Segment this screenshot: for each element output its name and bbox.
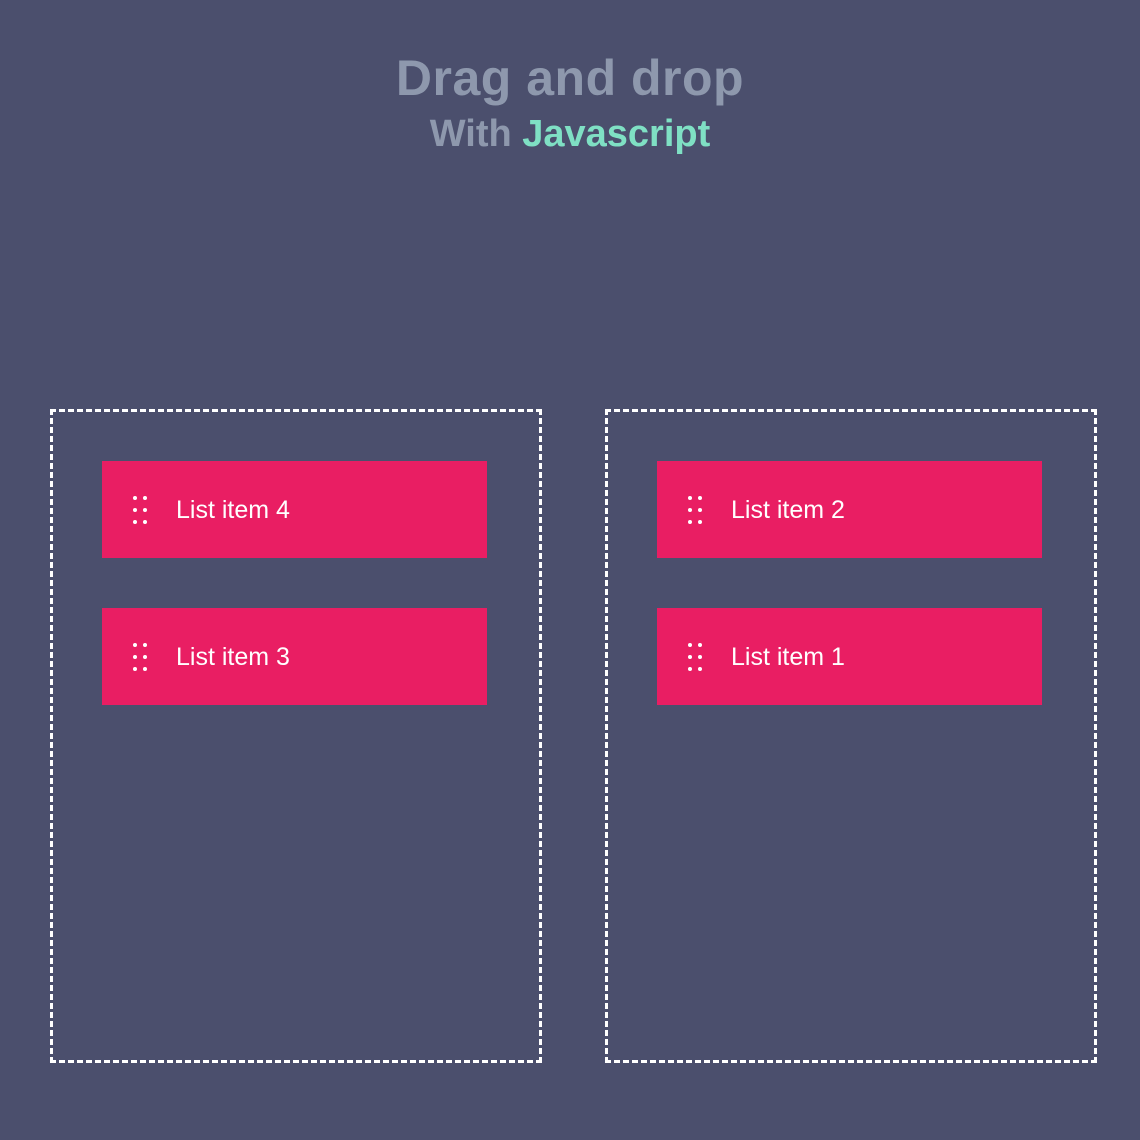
drag-handle-icon[interactable] [688, 642, 706, 672]
list-item[interactable]: List item 3 [102, 608, 487, 705]
list-item-label: List item 3 [176, 642, 290, 671]
dropzone-right[interactable]: List item 2 List item 1 [605, 409, 1097, 1063]
drag-handle-icon[interactable] [133, 495, 151, 525]
list-item-label: List item 4 [176, 495, 290, 524]
dropzone-left[interactable]: List item 4 List item 3 [50, 409, 542, 1063]
subtitle-accent: Javascript [522, 113, 711, 155]
page-subtitle: With Javascript [0, 112, 1140, 156]
list-item[interactable]: List item 2 [657, 461, 1042, 558]
list-item-label: List item 2 [731, 495, 845, 524]
page-header: Drag and drop With Javascript [0, 50, 1140, 156]
drag-handle-icon[interactable] [688, 495, 706, 525]
list-item-label: List item 1 [731, 642, 845, 671]
list-item[interactable]: List item 4 [102, 461, 487, 558]
list-item[interactable]: List item 1 [657, 608, 1042, 705]
drag-handle-icon[interactable] [133, 642, 151, 672]
page-title: Drag and drop [395, 50, 745, 106]
subtitle-prefix: With [429, 113, 523, 155]
